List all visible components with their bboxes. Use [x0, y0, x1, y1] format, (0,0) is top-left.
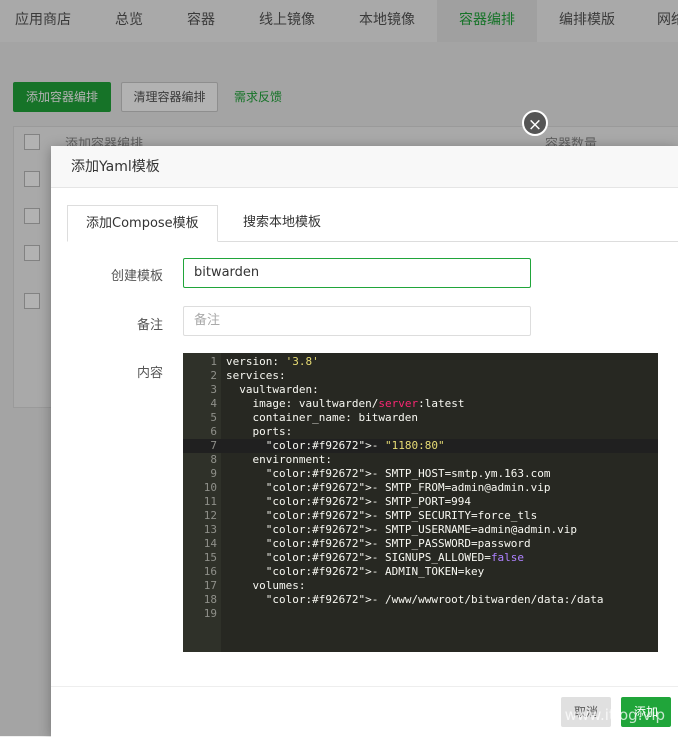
line-number: 1 — [210, 355, 217, 368]
code-line[interactable]: 9 "color:#f92672">- SMTP_HOST=smtp.ym.16… — [183, 467, 658, 481]
content-label: 内容 — [136, 366, 163, 381]
modal-tabs: 添加Compose模板 搜索本地模板 — [67, 205, 678, 242]
line-number: 4 — [210, 397, 217, 410]
line-number: 5 — [210, 411, 217, 424]
code-line[interactable]: 2 services: — [183, 369, 658, 383]
line-number: 12 — [203, 509, 217, 522]
line-number: 2 — [210, 369, 217, 382]
line-number: 19 — [203, 607, 217, 620]
code-line[interactable]: 19 — [183, 607, 658, 621]
line-number: 8 — [210, 453, 217, 466]
code-line[interactable]: 3 vaultwarden: — [183, 383, 658, 397]
yaml-code-editor[interactable]: 1 version: '3.8' 2 services: 3 vaultwarden: 4… — [183, 353, 658, 652]
code-line[interactable]: 18 "color:#f92672">- /www/wwwroot/bitwar… — [183, 593, 658, 607]
code-text: services: — [226, 369, 286, 382]
template-name-label: 创建模板 — [110, 269, 163, 284]
line-number: 10 — [203, 481, 217, 494]
line-number: 7 — [210, 439, 217, 452]
add-yaml-template-modal: 添加Yaml模板 添加Compose模板 搜索本地模板 创建模板 bitward… — [51, 146, 678, 737]
code-line[interactable]: 6 ports: — [183, 425, 658, 439]
code-line[interactable]: 5 container_name: bitwarden — [183, 411, 658, 425]
remark-input[interactable]: 备注 — [183, 306, 531, 336]
code-text: "color:#f92672">- ADMIN_TOKEN=key — [265, 565, 485, 578]
tab-search-local[interactable]: 搜索本地模板 — [225, 205, 339, 241]
code-text: vaultwarden: — [226, 383, 319, 396]
code-text: image: vaultwarden/server:latest — [226, 397, 465, 410]
code-text: "color:#f92672">- SMTP_HOST=smtp.ym.163.… — [265, 467, 551, 480]
code-line[interactable]: 16 "color:#f92672">- ADMIN_TOKEN=key — [183, 565, 658, 579]
remark-label: 备注 — [136, 318, 163, 333]
remark-placeholder: 备注 — [194, 313, 221, 328]
code-line[interactable]: 4 image: vaultwarden/server:latest — [183, 397, 658, 411]
line-number: 16 — [203, 565, 217, 578]
close-icon[interactable]: × — [522, 110, 548, 136]
code-text: "color:#f92672">- SMTP_USERNAME=admin@ad… — [265, 523, 578, 536]
code-text: "color:#f92672">- SMTP_FROM=admin@admin.… — [265, 481, 551, 494]
watermark: 挨踢日记 | www.itlog.vip — [490, 706, 666, 724]
code-line[interactable]: 1 version: '3.8' — [183, 355, 658, 369]
code-text: "color:#f92672">- SMTP_PORT=994 — [265, 495, 472, 508]
line-number: 13 — [203, 523, 217, 536]
code-text: "color:#f92672">- "1180:80" — [265, 439, 445, 452]
code-text: container_name: bitwarden — [226, 411, 419, 424]
code-line[interactable]: 10 "color:#f92672">- SMTP_FROM=admin@adm… — [183, 481, 658, 495]
code-text: version: '3.8' — [226, 355, 319, 368]
line-number: 14 — [203, 537, 217, 550]
line-number: 3 — [210, 383, 217, 396]
line-number: 18 — [203, 593, 217, 606]
line-number: 17 — [203, 579, 217, 592]
modal-title: 添加Yaml模板 — [51, 146, 678, 188]
code-line[interactable]: 7 "color:#f92672">- "1180:80" — [183, 439, 658, 453]
line-number: 15 — [203, 551, 217, 564]
code-text: ports: — [226, 425, 293, 438]
line-number: 9 — [210, 467, 217, 480]
code-line[interactable]: 15 "color:#f92672">- SIGNUPS_ALLOWED=fal… — [183, 551, 658, 565]
code-text: environment: — [226, 453, 332, 466]
code-line[interactable]: 17 volumes: — [183, 579, 658, 593]
tab-add-compose[interactable]: 添加Compose模板 — [67, 205, 218, 242]
code-text: "color:#f92672">- SIGNUPS_ALLOWED=false — [265, 551, 525, 564]
code-line[interactable]: 14 "color:#f92672">- SMTP_PASSWORD=passw… — [183, 537, 658, 551]
code-text: "color:#f92672">- SMTP_SECURITY=force_tl… — [265, 509, 538, 522]
code-line[interactable]: 13 "color:#f92672">- SMTP_USERNAME=admin… — [183, 523, 658, 537]
template-name-input[interactable]: bitwarden — [183, 258, 531, 288]
code-line[interactable]: 11 "color:#f92672">- SMTP_PORT=994 — [183, 495, 658, 509]
code-line[interactable]: 8 environment: — [183, 453, 658, 467]
code-text: "color:#f92672">- /www/wwwroot/bitwarden… — [265, 593, 604, 606]
line-number: 6 — [210, 425, 217, 438]
code-text: "color:#f92672">- SMTP_PASSWORD=password — [265, 537, 531, 550]
code-line[interactable]: 12 "color:#f92672">- SMTP_SECURITY=force… — [183, 509, 658, 523]
line-number: 11 — [203, 495, 217, 508]
code-text: volumes: — [226, 579, 306, 592]
